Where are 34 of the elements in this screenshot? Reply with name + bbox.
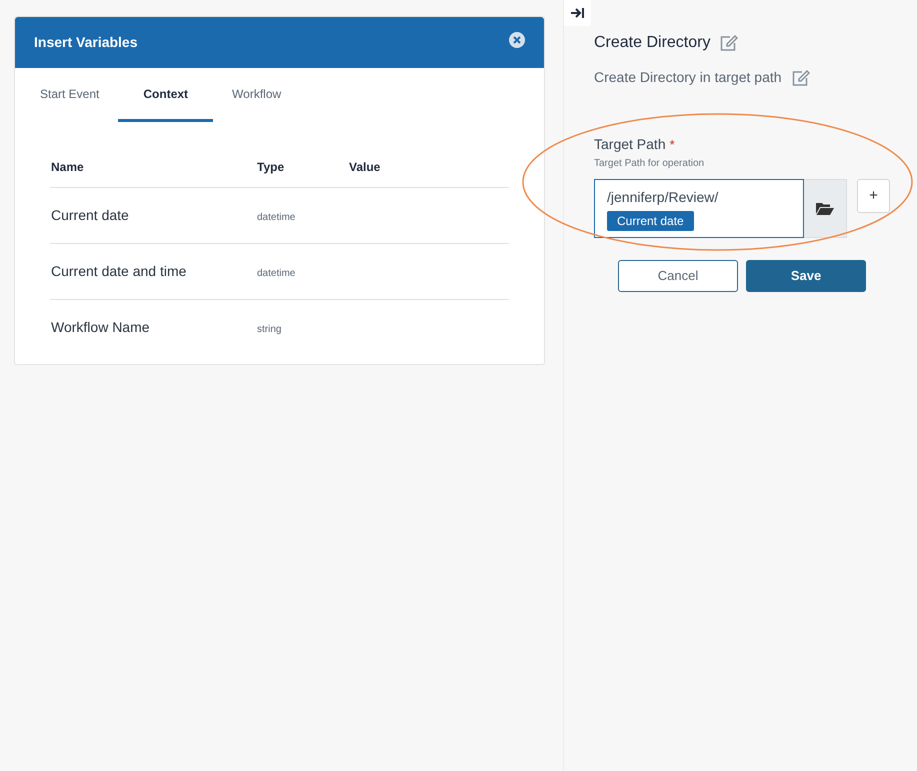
arrow-to-bar-icon: [570, 7, 584, 19]
tab[interactable]: Context: [118, 68, 214, 122]
edit-icon[interactable]: [720, 35, 738, 51]
panel-title: Create Directory: [594, 33, 710, 53]
variable-name: Current date: [51, 206, 129, 222]
path-input-field[interactable]: /jenniferp/Review/ Current date: [594, 179, 804, 238]
collapse-panel-button[interactable]: [564, 0, 591, 26]
close-icon[interactable]: [509, 32, 525, 48]
variable-type: datetime: [257, 212, 296, 222]
variable-type: string: [257, 324, 282, 335]
dialog-title: Insert Variables: [34, 33, 138, 52]
folder-icon: [816, 202, 834, 215]
field-help: Target Path for operation: [594, 157, 706, 171]
edit-icon[interactable]: [792, 70, 810, 86]
variable-token[interactable]: Current date: [607, 211, 694, 231]
table-row[interactable]: Workflow Name string: [50, 300, 509, 356]
field-label: Target Path: [594, 135, 666, 154]
tab[interactable]: Start Event: [21, 68, 118, 122]
column-header: Value: [349, 160, 380, 174]
column-header: Name: [51, 160, 84, 174]
save-button[interactable]: Save: [746, 260, 866, 292]
browse-folder-button[interactable]: [804, 179, 847, 238]
variable-name: Workflow Name: [51, 319, 150, 335]
panel-description: Create Directory in target path: [594, 68, 782, 87]
path-value: /jenniferp/Review/: [607, 189, 718, 205]
column-header: Type: [257, 160, 284, 174]
required-mark: *: [670, 136, 675, 154]
variable-name: Current date and time: [51, 262, 186, 278]
table-row[interactable]: Current date and time datetime: [50, 244, 509, 300]
tab[interactable]: Workflow: [213, 68, 300, 122]
add-variable-button[interactable]: +: [857, 179, 890, 213]
cancel-button[interactable]: Cancel: [618, 260, 738, 292]
variable-type: datetime: [257, 268, 296, 278]
table-row[interactable]: Current date datetime: [50, 188, 509, 244]
